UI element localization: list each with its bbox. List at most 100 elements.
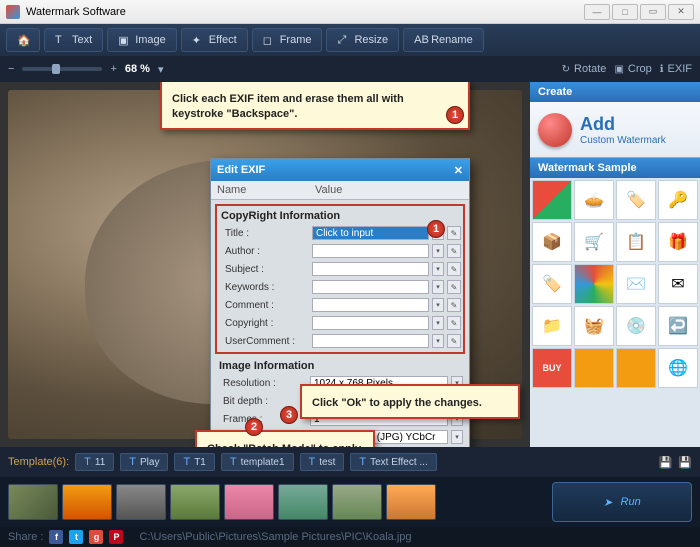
zoom-out-button[interactable]: − — [8, 63, 14, 75]
sample-item[interactable]: 💿 — [616, 306, 656, 346]
dialog-columns: Name Value — [211, 181, 469, 200]
dialog-close-icon[interactable]: ✕ — [454, 164, 463, 177]
exif-label: Author : — [219, 246, 309, 257]
exif-row: Author : ▾✎ — [219, 242, 461, 260]
rename-button[interactable]: ABRename — [403, 28, 484, 52]
template-item[interactable]: Ttemplate1 — [221, 453, 294, 471]
sample-item[interactable]: 📁 — [532, 306, 572, 346]
exif-value[interactable] — [312, 244, 429, 258]
sample-item[interactable]: 🛒 — [574, 222, 614, 262]
sample-item[interactable]: 🏷️ — [616, 180, 656, 220]
sample-item[interactable]: 📋 — [616, 222, 656, 262]
home-button[interactable]: 🏠 — [6, 28, 40, 52]
zoom-slider[interactable] — [22, 67, 102, 71]
effect-button[interactable]: ✦Effect — [181, 28, 248, 52]
frame-icon: ◻ — [263, 34, 275, 46]
home-icon: 🏠 — [17, 34, 29, 46]
template-item[interactable]: TPlay — [120, 453, 168, 471]
thumbnail[interactable] — [62, 484, 112, 520]
dropdown-icon[interactable]: ▾ — [432, 316, 444, 330]
sample-item[interactable]: 🏷️ — [532, 264, 572, 304]
zoom-in-button[interactable]: + — [110, 63, 116, 75]
google-icon[interactable]: g — [89, 530, 103, 544]
text-button[interactable]: TText — [44, 28, 103, 52]
dropdown-icon[interactable]: ▾ — [451, 430, 463, 444]
save-template-icon[interactable]: 💾 — [659, 456, 673, 469]
edit-icon[interactable]: ✎ — [447, 316, 461, 330]
exif-button[interactable]: ℹ EXIF — [660, 63, 692, 75]
dropdown-icon[interactable]: ▾ — [432, 280, 444, 294]
edit-icon[interactable]: ✎ — [447, 226, 461, 240]
zoom-thumb[interactable] — [52, 64, 60, 74]
template-item[interactable]: TText Effect ... — [350, 453, 436, 471]
sample-item[interactable]: ↩️ — [658, 306, 698, 346]
sample-grid: 🥧 🏷️ 🔑 📦 🛒 📋 🎁 🏷️ ✉️ ✉ 📁 🧺 💿 ↩️ BUY 🌐 — [530, 178, 700, 447]
rotate-button[interactable]: ↻ Rotate — [562, 63, 607, 75]
sample-item[interactable]: BUY — [532, 348, 572, 388]
sample-item[interactable]: 🎁 — [658, 222, 698, 262]
view-bar: − + 68 % ▾ ↻ Rotate ▣ Crop ℹ EXIF — [0, 56, 700, 82]
exif-label: Title : — [219, 228, 309, 239]
sample-item[interactable] — [574, 348, 614, 388]
exif-value[interactable] — [312, 298, 429, 312]
edit-icon[interactable]: ✎ — [447, 280, 461, 294]
create-header: Create — [530, 82, 700, 102]
thumbnail[interactable] — [8, 484, 58, 520]
sample-item[interactable]: ✉ — [658, 264, 698, 304]
thumbnail[interactable] — [332, 484, 382, 520]
image-stage[interactable]: Click each EXIF item and erase them all … — [0, 82, 530, 447]
thumbnail[interactable] — [386, 484, 436, 520]
edit-icon[interactable]: ✎ — [447, 334, 461, 348]
pinterest-icon[interactable]: P — [109, 530, 123, 544]
exif-row: Subject :▾✎ — [219, 260, 461, 278]
exif-value[interactable] — [312, 280, 429, 294]
thumbnail[interactable] — [170, 484, 220, 520]
close-button[interactable]: ✕ — [668, 4, 694, 20]
exif-value[interactable] — [312, 316, 429, 330]
frame-button[interactable]: ◻Frame — [252, 28, 323, 52]
sample-item[interactable]: 📦 — [532, 222, 572, 262]
crop-button[interactable]: ▣ Crop — [614, 63, 651, 75]
minimize-button[interactable]: — — [584, 4, 610, 20]
run-button[interactable]: ➤Run — [552, 482, 692, 522]
template-item[interactable]: Ttest — [300, 453, 345, 471]
template-item[interactable]: TT1 — [174, 453, 214, 471]
dropdown-icon[interactable]: ▾ — [432, 244, 444, 258]
sample-header: Watermark Sample — [530, 158, 700, 178]
thumbnail[interactable] — [278, 484, 328, 520]
exif-label: Comment : — [219, 300, 309, 311]
tooltip-step1: Click each EXIF item and erase them all … — [160, 82, 470, 130]
dialog-titlebar[interactable]: Edit EXIF ✕ — [211, 159, 469, 181]
zoom-dropdown[interactable]: ▾ — [158, 63, 164, 76]
step3-badge: 3 — [280, 406, 298, 424]
sample-item[interactable] — [616, 348, 656, 388]
sample-item[interactable]: 🥧 — [574, 180, 614, 220]
sample-item[interactable]: 🧺 — [574, 306, 614, 346]
image-button[interactable]: ▣Image — [107, 28, 177, 52]
facebook-icon[interactable]: f — [49, 530, 63, 544]
edit-icon[interactable]: ✎ — [447, 262, 461, 276]
template-item[interactable]: T11 — [75, 453, 114, 471]
save-template2-icon[interactable]: 💾 — [678, 456, 692, 469]
exif-value[interactable]: Click to input — [312, 226, 429, 240]
edit-icon[interactable]: ✎ — [447, 244, 461, 258]
exif-row: Copyright :▾✎ — [219, 314, 461, 332]
exif-value[interactable] — [312, 262, 429, 276]
add-watermark-button[interactable]: Add Custom Watermark — [530, 102, 700, 158]
dropdown-icon[interactable]: ▾ — [432, 334, 444, 348]
dropdown-icon[interactable]: ▾ — [432, 298, 444, 312]
thumbnail[interactable] — [116, 484, 166, 520]
dropdown-icon[interactable]: ▾ — [432, 262, 444, 276]
sample-item[interactable] — [574, 264, 614, 304]
edit-icon[interactable]: ✎ — [447, 298, 461, 312]
maximize-button[interactable]: □ — [612, 4, 638, 20]
sample-item[interactable]: 🌐 — [658, 348, 698, 388]
sample-item[interactable]: ✉️ — [616, 264, 656, 304]
maximize2-button[interactable]: ▭ — [640, 4, 666, 20]
sample-item[interactable]: 🔑 — [658, 180, 698, 220]
sample-item[interactable] — [532, 180, 572, 220]
exif-value[interactable] — [312, 334, 429, 348]
thumbnail[interactable] — [224, 484, 274, 520]
resize-button[interactable]: ⤢Resize — [326, 28, 399, 52]
twitter-icon[interactable]: t — [69, 530, 83, 544]
